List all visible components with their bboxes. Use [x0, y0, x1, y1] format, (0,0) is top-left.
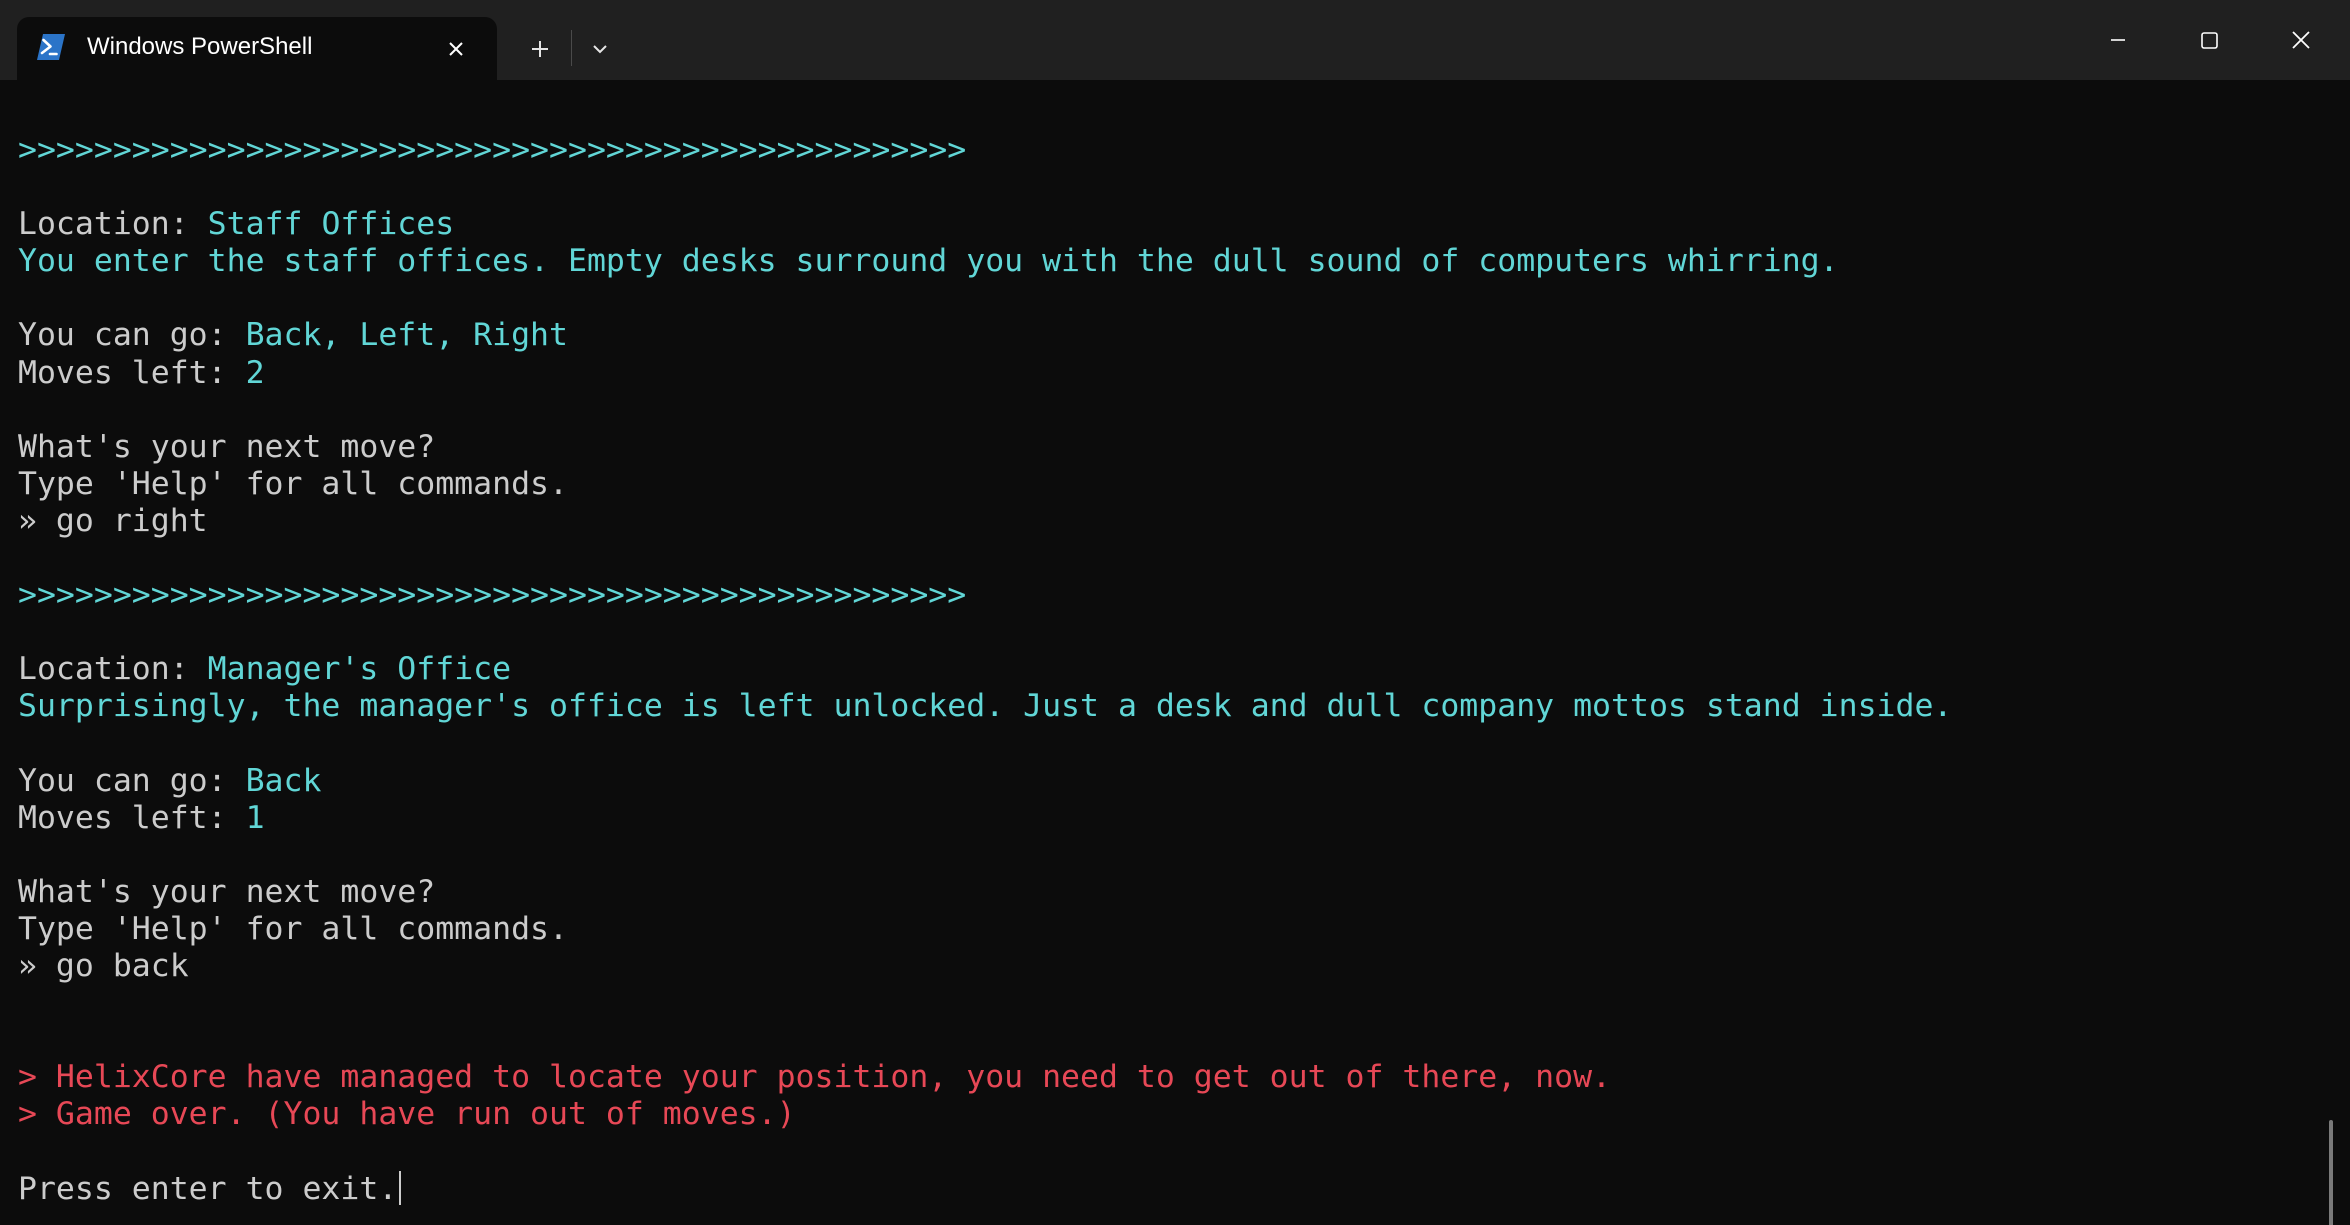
plus-icon [532, 41, 548, 57]
terminal-text: Surprisingly, the manager's office is le… [18, 688, 1953, 725]
terminal-text: Staff Offices [207, 206, 455, 243]
terminal-text: Moves left: [18, 354, 246, 391]
terminal-text: You enter the staff offices. Empty desks… [18, 243, 1839, 280]
terminal-output[interactable]: >>>>>>>>>>>>>>>>>>>>>>>>>>>>>>>>>>>>>>>>… [0, 80, 2350, 1225]
terminal-line: Type 'Help' for all commands. [18, 911, 1952, 948]
terminal-text: > Game over. (You have run out of moves.… [18, 1096, 796, 1133]
scrollbar[interactable] [2329, 1120, 2333, 1225]
terminal-lines: >>>>>>>>>>>>>>>>>>>>>>>>>>>>>>>>>>>>>>>>… [18, 132, 1952, 1208]
terminal-line: Location: Staff Offices [18, 206, 1952, 243]
close-button[interactable] [2268, 12, 2334, 68]
close-icon [449, 42, 463, 56]
terminal-line: You can go: Back [18, 763, 1952, 800]
powershell-icon [37, 34, 65, 60]
terminal-line: > HelixCore have managed to locate your … [18, 1059, 1952, 1096]
terminal-text: > HelixCore have managed to locate your … [18, 1059, 1612, 1096]
terminal-line: >>>>>>>>>>>>>>>>>>>>>>>>>>>>>>>>>>>>>>>>… [18, 577, 1952, 614]
terminal-text: Press enter to exit. [18, 1170, 398, 1207]
terminal-line: You can go: Back, Left, Right [18, 317, 1952, 354]
tab-title: Windows PowerShell [87, 33, 313, 60]
close-icon [2292, 31, 2310, 49]
tab-windows-powershell[interactable]: Windows PowerShell [17, 17, 497, 80]
tab-close-button[interactable] [440, 33, 472, 65]
terminal-line: >>>>>>>>>>>>>>>>>>>>>>>>>>>>>>>>>>>>>>>>… [18, 132, 1952, 169]
terminal-window: Windows PowerShell >>>>>>>>>>>>>>>>>>>>>… [0, 0, 2350, 1225]
text-cursor [399, 1170, 402, 1205]
terminal-text: Back [245, 762, 322, 799]
terminal-text: 1 [245, 799, 265, 836]
title-bar: Windows PowerShell [0, 0, 2350, 80]
terminal-line: > Game over. (You have run out of moves.… [18, 1096, 1952, 1133]
scrollbar-thumb[interactable] [2329, 1120, 2333, 1225]
tab-dropdown-button[interactable] [582, 31, 618, 67]
terminal-line: Type 'Help' for all commands. [18, 466, 1952, 503]
terminal-text: Location: [18, 206, 208, 243]
terminal-line: What's your next move? [18, 874, 1952, 911]
terminal-line: Surprisingly, the manager's office is le… [18, 688, 1952, 725]
terminal-text: Manager's Office [207, 651, 512, 688]
terminal-line: Press enter to exit. [18, 1170, 1952, 1208]
terminal-text: Location: [18, 651, 208, 688]
terminal-text: Type 'Help' for all commands. [18, 910, 568, 947]
terminal-line: Moves left: 2 [18, 355, 1952, 392]
terminal-text: You can go: [18, 317, 246, 354]
terminal-text: What's your next move? [18, 873, 436, 910]
new-tab-button[interactable] [520, 31, 560, 67]
terminal-text: 2 [245, 354, 265, 391]
terminal-line: Location: Manager's Office [18, 651, 1952, 688]
terminal-text: >>>>>>>>>>>>>>>>>>>>>>>>>>>>>>>>>>>>>>>>… [18, 577, 967, 614]
terminal-line: » go right [18, 503, 1952, 540]
tab-divider [571, 30, 572, 66]
terminal-text: Back, Left, Right [245, 317, 568, 354]
minimize-icon [2111, 39, 2125, 41]
minimize-button[interactable] [2084, 12, 2150, 68]
maximize-icon [2201, 32, 2218, 49]
terminal-text: Moves left: [18, 799, 246, 836]
terminal-text: » go back [18, 948, 189, 985]
terminal-text: » go right [18, 502, 208, 539]
terminal-line: What's your next move? [18, 429, 1952, 466]
terminal-line: » go back [18, 948, 1952, 985]
chevron-down-icon [593, 45, 607, 54]
maximize-button[interactable] [2176, 12, 2242, 68]
terminal-line: Moves left: 1 [18, 800, 1952, 837]
terminal-text: What's your next move? [18, 428, 436, 465]
terminal-text: You can go: [18, 762, 246, 799]
terminal-text: Type 'Help' for all commands. [18, 465, 568, 502]
terminal-text: >>>>>>>>>>>>>>>>>>>>>>>>>>>>>>>>>>>>>>>>… [18, 132, 967, 168]
terminal-line: You enter the staff offices. Empty desks… [18, 243, 1952, 280]
